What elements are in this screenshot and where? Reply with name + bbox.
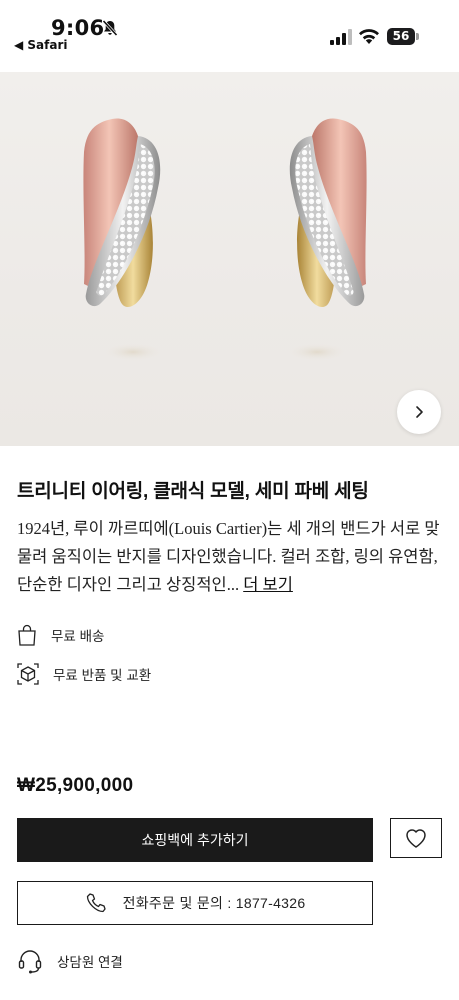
wishlist-button[interactable]	[390, 818, 442, 858]
free-shipping-label: 무료 배송	[51, 629, 105, 644]
package-box-icon	[17, 663, 39, 685]
description-text: 1924년, 루이 까르띠에(Louis Cartier)는 세 개의 밴드가 …	[17, 519, 440, 594]
phone-order-button[interactable]: 전화주문 및 문의 : 1877-4326	[17, 881, 373, 925]
battery-level: 56	[387, 28, 415, 45]
bell-off-icon	[102, 19, 118, 37]
battery-cap	[416, 33, 419, 40]
add-to-bag-button[interactable]: 쇼핑백에 추가하기	[17, 818, 373, 862]
phone-order-label: 전화주문 및 문의 : 1877-4326	[122, 895, 306, 911]
free-returns-label: 무료 반품 및 교환	[53, 668, 152, 683]
cellular-signal-icon	[330, 29, 352, 45]
live-chat-label: 상담원 연결	[57, 955, 123, 970]
product-image[interactable]	[0, 72, 459, 446]
product-description: 1924년, 루이 까르띠에(Louis Cartier)는 세 개의 밴드가 …	[17, 515, 442, 599]
wifi-icon	[359, 29, 379, 44]
back-to-safari[interactable]: ◀ Safari	[14, 38, 68, 52]
status-bar: 9:06 ◀ Safari 56	[0, 0, 459, 72]
status-time: 9:06	[51, 16, 105, 40]
shopping-bag-icon	[18, 624, 36, 646]
headset-icon	[18, 950, 42, 974]
live-chat-link[interactable]: 상담원 연결	[17, 947, 123, 975]
product-price: ₩25,900,000	[17, 775, 134, 796]
free-shipping-feature: 무료 배송	[17, 622, 104, 648]
heart-icon	[406, 829, 426, 848]
phone-icon	[86, 893, 106, 913]
next-image-button[interactable]	[397, 390, 441, 434]
product-title: 트리니티 이어링, 클래식 모델, 세미 파베 세팅	[17, 481, 369, 502]
earrings-illustration	[83, 118, 367, 361]
right-earring	[287, 118, 367, 361]
chevron-right-icon	[416, 406, 423, 418]
battery-indicator: 56	[387, 28, 419, 46]
free-returns-feature: 무료 반품 및 교환	[17, 661, 151, 687]
left-earring	[83, 118, 163, 361]
read-more-link[interactable]: 더 보기	[243, 575, 293, 594]
